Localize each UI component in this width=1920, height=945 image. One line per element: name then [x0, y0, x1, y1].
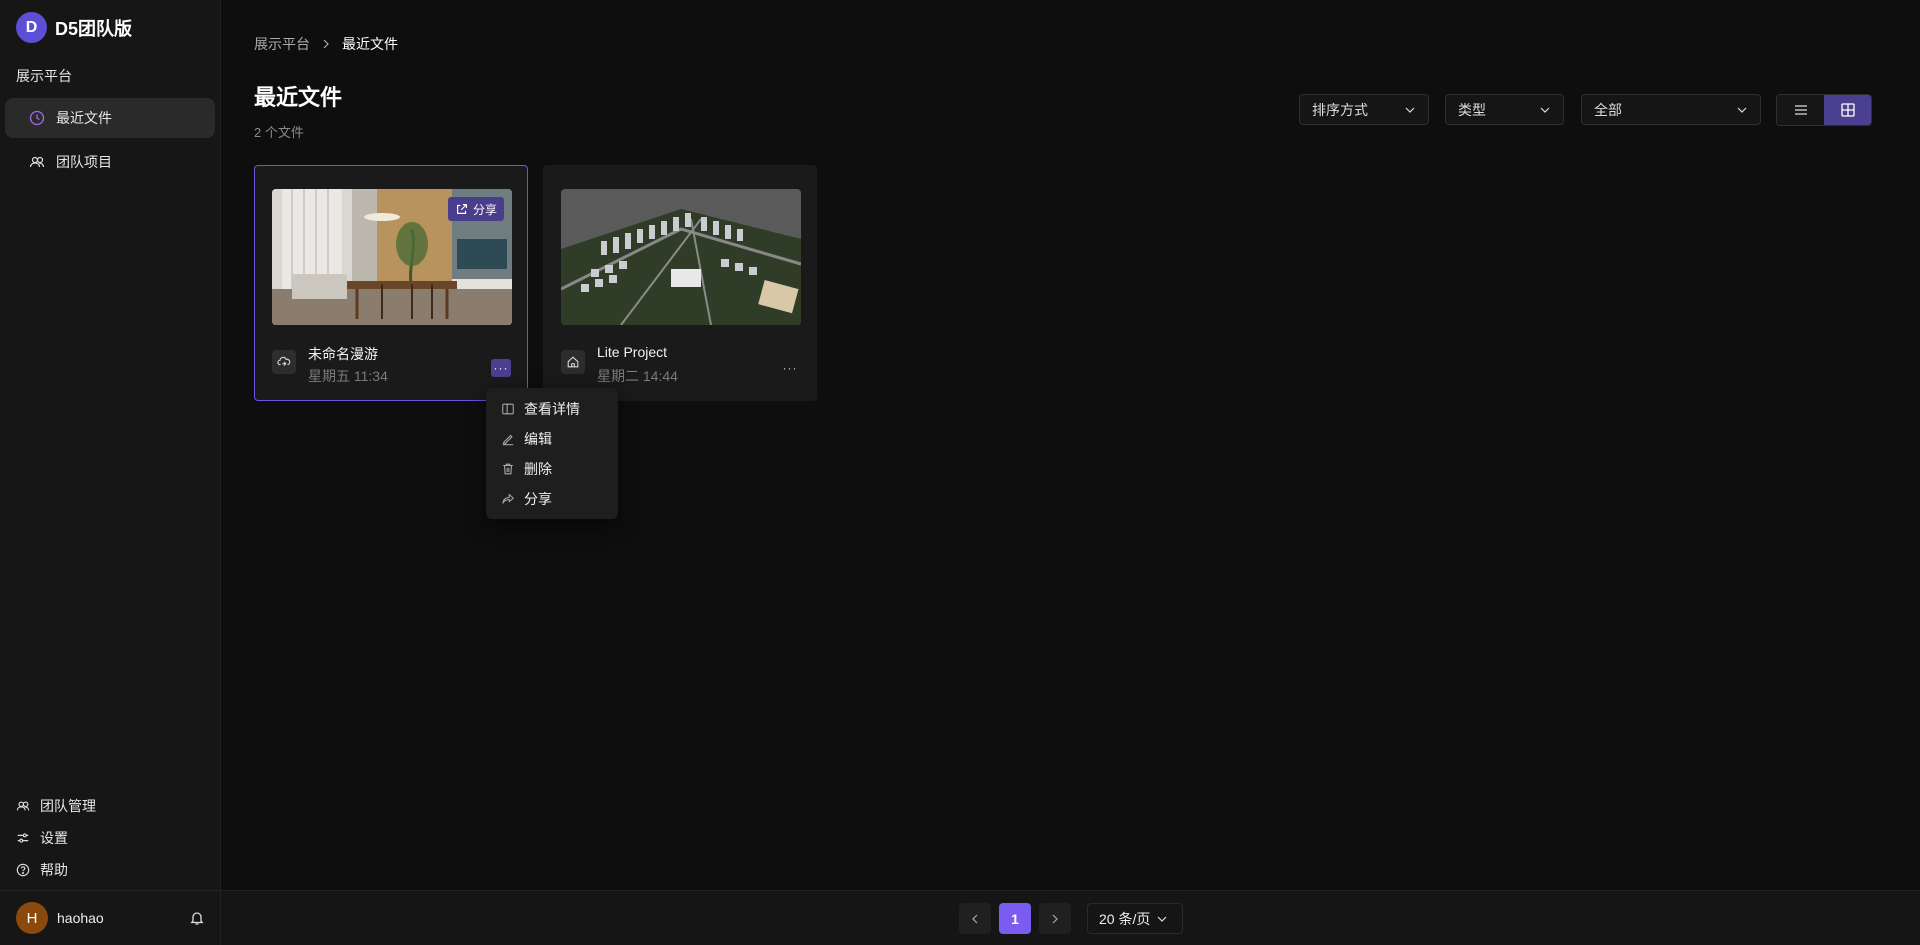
page-number-button[interactable]: 1 [999, 903, 1031, 934]
sort-select[interactable]: 排序方式 [1299, 94, 1429, 125]
sidebar-item-recent-files[interactable]: 最近文件 [5, 98, 215, 138]
thumbnail-city-scene [561, 189, 801, 325]
sidebar: D D5团队版 展示平台 最近文件 团队项目 团队管理 设置 帮助 H haoh… [0, 0, 221, 945]
cloud-sync-icon [277, 356, 291, 366]
menu-item-label: 查看详情 [524, 401, 580, 417]
menu-item-label: 分享 [524, 491, 552, 507]
share-icon [502, 493, 515, 504]
share-badge-label: 分享 [472, 202, 497, 217]
chevron-right-icon [1052, 914, 1058, 923]
chevron-down-icon [1737, 107, 1747, 113]
file-count: 2 个文件 [254, 125, 304, 140]
share-icon [457, 204, 467, 214]
next-page-button[interactable] [1039, 903, 1071, 934]
menu-item-edit[interactable]: 编辑 [486, 424, 618, 454]
prev-page-button[interactable] [959, 903, 991, 934]
edit-icon [502, 434, 514, 446]
file-context-menu: 查看详情 编辑 删除 分享 [486, 388, 618, 519]
file-type-badge [561, 350, 585, 374]
sidebar-item-label: 团队项目 [56, 154, 112, 170]
trash-icon [503, 463, 513, 475]
menu-item-label: 删除 [524, 461, 552, 477]
side-link-label: 设置 [40, 830, 68, 846]
chevron-down-icon [1540, 107, 1550, 113]
list-view-button[interactable] [1777, 95, 1824, 125]
list-icon [1794, 105, 1807, 115]
file-time: 星期五 11:34 [308, 368, 388, 384]
thumbnail-image [561, 189, 801, 325]
sidebar-nav: 最近文件 团队项目 [5, 98, 215, 186]
grid-view-button[interactable] [1824, 95, 1871, 125]
details-icon [502, 403, 514, 415]
help-link[interactable]: 帮助 [16, 854, 206, 886]
file-time: 星期二 14:44 [597, 368, 678, 384]
scope-select[interactable]: 全部 [1581, 94, 1761, 125]
share-badge[interactable]: 分享 [447, 197, 504, 221]
breadcrumb-item[interactable]: 展示平台 [254, 34, 310, 54]
sort-select-label: 排序方式 [1312, 101, 1368, 118]
scope-select-value: 全部 [1594, 101, 1622, 118]
clock-icon [29, 110, 45, 126]
side-link-label: 帮助 [40, 862, 68, 878]
more-options-button[interactable]: ··· [491, 359, 511, 377]
sidebar-section-title: 展示平台 [16, 68, 72, 84]
sidebar-bottom-links: 团队管理 设置 帮助 [16, 790, 206, 886]
sidebar-item-label: 最近文件 [56, 110, 112, 126]
more-options-button[interactable]: ··· [780, 359, 800, 377]
team-icon [29, 156, 45, 168]
brand-logo: D [16, 12, 47, 43]
user-bar: H haohao [0, 890, 221, 945]
menu-item-view-details[interactable]: 查看详情 [486, 394, 618, 424]
bell-icon[interactable] [189, 910, 205, 926]
brand[interactable]: D D5团队版 [16, 12, 132, 43]
thumbnail-interior-scene: 分享 [272, 189, 512, 325]
chevron-left-icon [972, 914, 978, 923]
help-icon [16, 863, 30, 877]
page-title: 最近文件 [254, 85, 343, 110]
chevron-down-icon [1405, 107, 1415, 113]
file-type-badge [272, 350, 296, 374]
username[interactable]: haohao [57, 910, 104, 926]
file-name[interactable]: Lite Project [597, 344, 667, 360]
breadcrumb: 展示平台 最近文件 [254, 34, 398, 54]
file-card[interactable]: 分享 未命名漫游 星期五 11:34 ··· [254, 165, 528, 401]
page-size-select[interactable]: 20 条/页 [1087, 903, 1183, 934]
sidebar-item-team-projects[interactable]: 团队项目 [5, 142, 215, 182]
brand-name: D5团队版 [55, 18, 133, 39]
avatar[interactable]: H [16, 902, 48, 934]
menu-item-delete[interactable]: 删除 [486, 454, 618, 484]
grid-icon [1840, 103, 1855, 117]
chevron-right-icon [323, 39, 329, 49]
menu-item-label: 编辑 [524, 431, 552, 447]
menu-item-share[interactable]: 分享 [486, 484, 618, 514]
home-icon [567, 356, 579, 368]
team-management-link[interactable]: 团队管理 [16, 790, 206, 822]
chevron-down-icon [1157, 916, 1167, 922]
settings-link[interactable]: 设置 [16, 822, 206, 854]
pagination-bar: 1 20 条/页 [221, 890, 1920, 945]
file-name[interactable]: 未命名漫游 [308, 344, 378, 364]
type-select[interactable]: 类型 [1445, 94, 1564, 125]
page-size-value: 20 条/页 [1099, 910, 1151, 927]
type-select-label: 类型 [1458, 101, 1486, 118]
sliders-icon [17, 833, 29, 843]
side-link-label: 团队管理 [40, 798, 96, 814]
view-toggle [1776, 94, 1872, 126]
breadcrumb-current: 最近文件 [342, 36, 398, 52]
team-icon [16, 801, 30, 811]
file-card[interactable]: Lite Project 星期二 14:44 ··· [543, 165, 817, 401]
